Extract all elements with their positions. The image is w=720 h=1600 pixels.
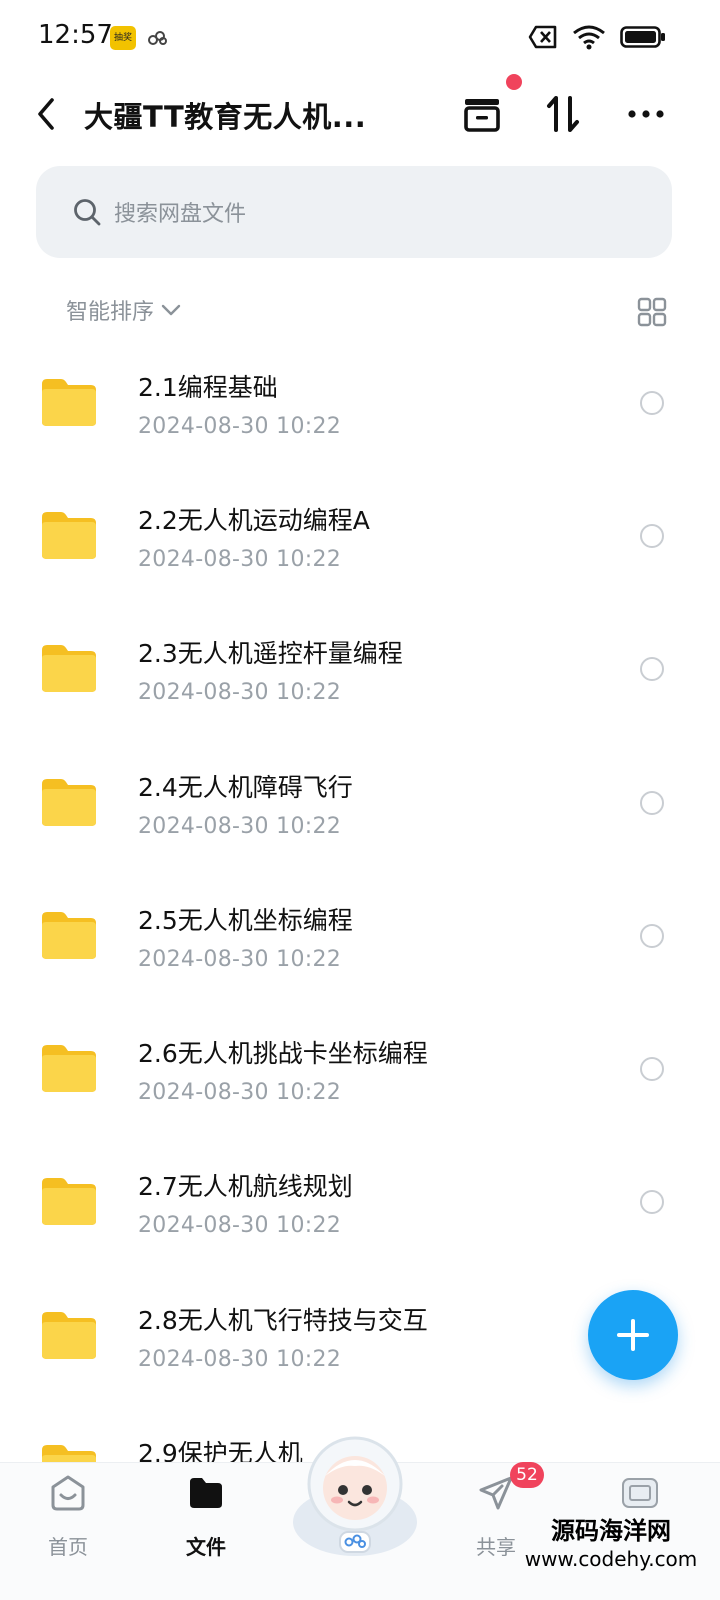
add-button[interactable] (588, 1290, 678, 1380)
watermark: 源码海洋网 www.codehy.com (502, 1516, 720, 1572)
select-checkbox[interactable] (640, 1190, 664, 1214)
file-row[interactable]: 2.4无人机障碍飞行 2024-08-30 10:22 (0, 738, 720, 871)
select-checkbox[interactable] (640, 391, 664, 415)
search-placeholder: 搜索网盘文件 (114, 202, 247, 227)
sort-icon[interactable] (538, 88, 590, 140)
file-date: 2024-08-30 10:22 (138, 814, 342, 839)
file-name: 2.4无人机障碍飞行 (138, 773, 353, 802)
select-checkbox[interactable] (640, 1057, 664, 1081)
file-name: 2.8无人机飞行特技与交互 (138, 1306, 428, 1335)
file-name: 2.1编程基础 (138, 373, 278, 402)
cloud-icon (148, 31, 167, 45)
header-bar: 大疆TT教育无人机... (0, 78, 720, 158)
grid-view-icon[interactable] (636, 296, 668, 328)
select-checkbox[interactable] (640, 924, 664, 948)
file-date: 2024-08-30 10:22 (138, 1213, 342, 1238)
sort-label: 智能排序 (66, 300, 155, 325)
share-count-badge: 52 (510, 1462, 544, 1488)
folder-icon (42, 779, 96, 826)
select-checkbox[interactable] (640, 791, 664, 815)
file-date: 2024-08-30 10:22 (138, 547, 342, 572)
battery-icon (620, 26, 665, 48)
status-indicators (528, 24, 666, 50)
chevron-down-icon (161, 304, 181, 316)
file-row[interactable]: 2.3无人机遥控杆量编程 2024-08-30 10:22 (0, 604, 720, 737)
file-row[interactable]: 2.1编程基础 2024-08-30 10:22 (0, 338, 720, 471)
search-input[interactable]: 搜索网盘文件 (36, 166, 672, 258)
nav-files[interactable]: 文件 (156, 1473, 256, 1560)
status-bar: 12:57 抽奖 (0, 0, 720, 78)
file-row[interactable]: 2.6无人机挑战卡坐标编程 2024-08-30 10:22 (0, 1004, 720, 1137)
file-date: 2024-08-30 10:22 (138, 1080, 342, 1105)
status-time: 12:57 (38, 20, 113, 50)
page-title: 大疆TT教育无人机... (84, 100, 367, 134)
sort-dropdown[interactable]: 智能排序 (66, 294, 182, 326)
file-row[interactable]: 2.2无人机运动编程A 2024-08-30 10:22 (0, 471, 720, 604)
folder-icon (42, 1312, 96, 1359)
file-date: 2024-08-30 10:22 (138, 414, 342, 439)
file-date: 2024-08-30 10:22 (138, 1347, 342, 1372)
search-icon (74, 199, 101, 226)
folder-icon (42, 645, 96, 692)
ad-banner-icon (622, 1478, 658, 1508)
file-row[interactable]: 2.7无人机航线规划 2024-08-30 10:22 (0, 1137, 720, 1270)
folder-icon (42, 912, 96, 959)
lottery-badge-icon: 抽奖 (110, 26, 136, 50)
folder-icon (42, 1178, 96, 1225)
file-date: 2024-08-30 10:22 (138, 680, 342, 705)
file-name: 2.3无人机遥控杆量编程 (138, 639, 403, 668)
folder-nav-icon (190, 1478, 222, 1508)
wifi-icon (573, 25, 605, 50)
notification-dot (506, 74, 522, 90)
select-checkbox[interactable] (640, 657, 664, 681)
file-name: 2.2无人机运动编程A (138, 506, 370, 535)
file-name: 2.5无人机坐标编程 (138, 906, 353, 935)
nav-files-label: 文件 (186, 1535, 226, 1559)
more-icon[interactable] (620, 88, 672, 140)
nav-mine[interactable] (590, 1473, 690, 1513)
watermark-line-2: www.codehy.com (524, 1547, 698, 1571)
watermark-line-1: 源码海洋网 (551, 1517, 671, 1545)
nav-home-label: 首页 (48, 1535, 88, 1559)
file-name: 2.7无人机航线规划 (138, 1172, 353, 1201)
file-name: 2.6无人机挑战卡坐标编程 (138, 1039, 428, 1068)
home-icon (51, 1475, 85, 1511)
folder-icon (42, 1045, 96, 1092)
back-arrow-icon[interactable] (28, 92, 68, 136)
file-row[interactable]: 2.5无人机坐标编程 2024-08-30 10:22 (0, 871, 720, 1004)
file-date: 2024-08-30 10:22 (138, 947, 342, 972)
nav-home[interactable]: 首页 (18, 1473, 118, 1560)
folder-icon (42, 379, 96, 426)
folder-icon (42, 512, 96, 559)
transfer-list-icon[interactable] (456, 88, 508, 140)
select-checkbox[interactable] (640, 524, 664, 548)
mascot-astronaut-icon[interactable] (285, 1426, 425, 1560)
no-sim-icon (528, 25, 557, 49)
